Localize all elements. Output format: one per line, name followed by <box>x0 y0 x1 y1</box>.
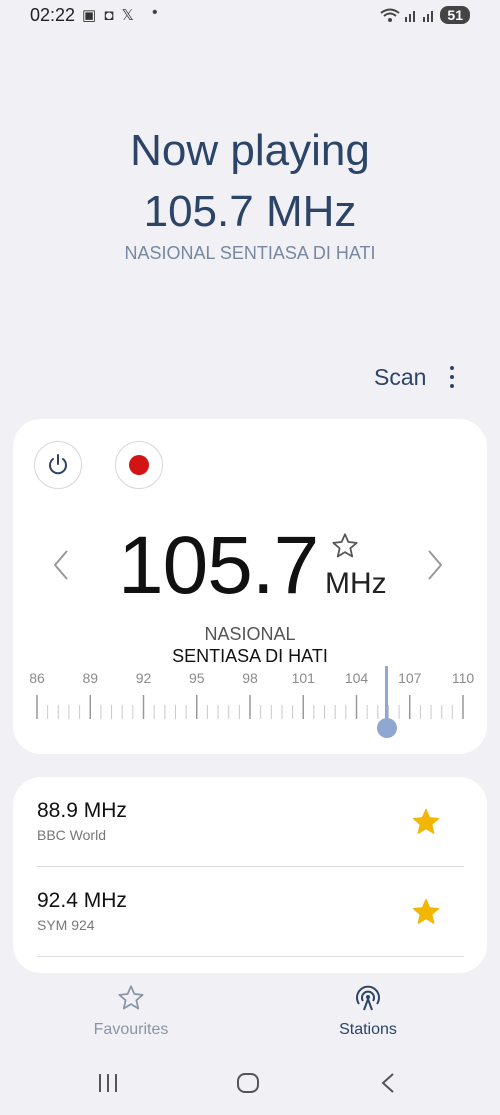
station-name: BBC World <box>37 827 106 843</box>
back-icon[interactable] <box>378 1071 398 1095</box>
star-outline-icon[interactable] <box>331 532 359 560</box>
scale-label: 95 <box>188 670 205 686</box>
scale-label: 98 <box>242 670 258 686</box>
now-playing-frequency: 105.7 MHz <box>143 187 357 236</box>
frequency-scale-labels: 86 89 92 95 98 101 104 107 110 <box>13 670 487 690</box>
frequency-scale[interactable] <box>13 695 487 721</box>
divider <box>37 956 464 957</box>
battery-indicator: 51 <box>440 6 470 24</box>
scan-button[interactable]: Scan <box>374 364 426 391</box>
status-bar: 02:22 ▣ ◘ 𝕏 • 51 <box>0 0 500 32</box>
star-filled-icon[interactable] <box>411 807 441 837</box>
power-icon <box>49 454 67 475</box>
more-options-icon[interactable] <box>443 364 461 392</box>
chevron-left-icon[interactable] <box>51 549 71 581</box>
tuner-station-line2: SENTIASA DI HATI <box>172 646 328 666</box>
tab-stations[interactable]: Stations <box>308 984 428 1039</box>
tuner-card: 105.7 MHz NASIONAL SENTIASA DI HATI 86 89… <box>13 419 487 754</box>
radio-tower-icon <box>356 985 380 1011</box>
notification-icons: ▣ ◘ 𝕏 <box>82 7 136 24</box>
signal-icon <box>405 11 416 22</box>
record-icon <box>129 455 149 475</box>
scale-label: 107 <box>398 670 422 686</box>
station-frequency: 88.9 MHz <box>37 799 127 822</box>
tuner-frequency: 105.7 <box>118 520 319 611</box>
tab-favourites[interactable]: Favourites <box>71 984 191 1039</box>
star-filled-icon[interactable] <box>411 897 441 927</box>
home-icon[interactable] <box>235 1071 261 1095</box>
scale-label: 104 <box>344 670 369 686</box>
favourites-list-card: 88.9 MHz BBC World 92.4 MHz SYM 924 <box>13 777 487 973</box>
now-playing-title: Now playing <box>130 126 370 175</box>
tuner-station-line1: NASIONAL <box>204 624 296 644</box>
station-frequency: 92.4 MHz <box>37 889 127 912</box>
status-time: 02:22 <box>30 5 76 25</box>
tuning-knob[interactable] <box>376 718 397 738</box>
star-outline-icon <box>118 985 144 1010</box>
tab-stations-label: Stations <box>339 1021 397 1038</box>
scale-label: 89 <box>82 670 99 686</box>
list-item[interactable]: 88.9 MHz BBC World <box>13 777 487 867</box>
signal-icon-2 <box>423 11 434 22</box>
tuner-unit: MHz <box>325 567 387 600</box>
record-button[interactable] <box>115 441 163 489</box>
tuning-needle[interactable] <box>385 666 389 726</box>
recent-apps-icon[interactable] <box>96 1071 120 1095</box>
status-right: 51 <box>380 6 470 24</box>
now-playing-station: NASIONAL SENTIASA DI HATI <box>124 243 376 263</box>
system-navigation-bar <box>0 1055 500 1115</box>
tab-favourites-label: Favourites <box>93 1021 169 1038</box>
station-name: SYM 924 <box>37 917 95 933</box>
chevron-right-icon[interactable] <box>425 549 445 581</box>
scale-label: 101 <box>291 670 315 686</box>
power-button[interactable] <box>34 441 82 489</box>
wifi-icon <box>380 8 401 22</box>
scale-label: 92 <box>135 670 152 686</box>
list-item[interactable]: 92.4 MHz SYM 924 <box>13 867 487 957</box>
more-notifications-dot: • <box>152 4 158 21</box>
scale-label: 86 <box>29 670 45 686</box>
scale-label: 110 <box>451 670 475 686</box>
